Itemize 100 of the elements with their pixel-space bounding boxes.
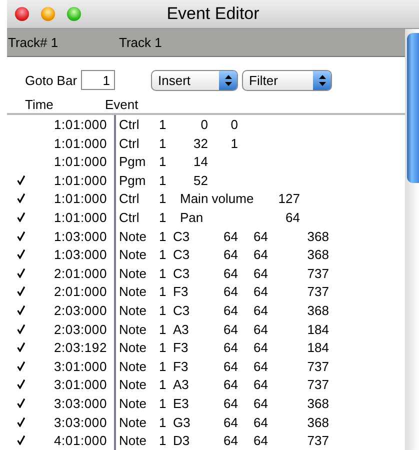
event-time: 2:01:000 — [52, 266, 107, 281]
event-time: 3:03:000 — [52, 396, 107, 412]
track-number: Track# 1 — [8, 35, 58, 50]
event-type: Ctrl — [119, 136, 140, 151]
event-channel: 1 — [159, 172, 168, 188]
up-down-arrows-icon — [224, 74, 232, 86]
event-channel: 1 — [159, 266, 168, 281]
event-time: 3:01:000 — [52, 377, 107, 392]
event-channel: 1 — [159, 136, 168, 151]
filter-menu[interactable]: Filter — [242, 70, 332, 91]
note-length: 737 — [306, 377, 329, 392]
event-time: 1:01:000 — [52, 136, 107, 151]
track-name: Track 1 — [119, 35, 162, 50]
event-type: Note — [119, 358, 148, 374]
event-time: 1:01:000 — [52, 210, 107, 226]
event-time: 3:03:000 — [52, 414, 107, 430]
note-release-velocity: 64 — [252, 358, 268, 374]
note-length: 737 — [306, 266, 329, 281]
controller-name: Pan — [180, 210, 204, 226]
controller-value: 1 — [230, 136, 238, 151]
note-pitch: D3 — [173, 433, 191, 448]
note-length: 737 — [306, 358, 329, 374]
window-title: Event Editor — [166, 4, 260, 24]
event-channel: 1 — [159, 117, 168, 132]
note-pitch: F3 — [173, 284, 190, 300]
controller-number: 0 — [200, 117, 208, 132]
event-type: Ctrl — [119, 210, 140, 226]
event-type: Ctrl — [119, 117, 140, 132]
event-channel: 1 — [159, 303, 168, 318]
note-velocity: 64 — [222, 228, 238, 244]
note-pitch: E3 — [173, 396, 190, 412]
note-velocity: 64 — [222, 358, 238, 374]
note-release-velocity: 64 — [252, 396, 268, 412]
event-type: Note — [119, 340, 148, 356]
note-velocity: 64 — [222, 433, 238, 448]
column-header: Time — [25, 96, 54, 112]
event-channel: 1 — [159, 247, 168, 262]
goto-bar-field[interactable]: 1 — [81, 70, 116, 90]
event-time: 2:01:000 — [52, 284, 107, 300]
event-type: Note — [119, 284, 148, 300]
note-velocity: 64 — [222, 247, 238, 262]
event-type: Note — [119, 228, 148, 244]
event-time: 1:03:000 — [52, 247, 107, 262]
event-time: 2:03:000 — [52, 303, 107, 318]
event-type: Pgm — [119, 172, 147, 188]
controller-value: 127 — [277, 191, 300, 206]
event-time: 1:01:000 — [52, 117, 107, 132]
note-length: 737 — [306, 284, 329, 300]
close-button[interactable] — [15, 7, 29, 22]
note-velocity: 64 — [222, 340, 238, 356]
scroll-bar[interactable] — [405, 29, 419, 450]
event-time: 4:01:000 — [52, 433, 107, 448]
note-pitch: F3 — [173, 340, 190, 356]
note-release-velocity: 64 — [252, 377, 268, 392]
event-time: 1:01:000 — [52, 191, 107, 206]
program-number: 52 — [192, 172, 208, 188]
note-pitch: F3 — [173, 358, 190, 374]
scroll-thumb[interactable] — [407, 33, 419, 184]
event-channel: 1 — [159, 228, 168, 244]
note-release-velocity: 64 — [252, 266, 268, 281]
event-time: 2:03:192 — [52, 340, 107, 356]
event-type: Note — [119, 433, 148, 448]
note-pitch: A3 — [173, 322, 190, 337]
note-velocity: 64 — [222, 414, 238, 430]
note-length: 184 — [306, 322, 329, 337]
note-pitch: C3 — [173, 247, 191, 262]
event-type: Note — [119, 377, 148, 392]
note-length: 184 — [306, 340, 329, 356]
event-channel: 1 — [159, 284, 168, 300]
event-channel: 1 — [159, 322, 168, 337]
note-release-velocity: 64 — [252, 340, 268, 356]
event-channel: 1 — [159, 396, 168, 412]
zoom-button[interactable] — [67, 7, 81, 22]
event-type: Pgm — [119, 154, 147, 170]
note-pitch: C3 — [173, 228, 191, 244]
event-type: Note — [119, 396, 148, 412]
event-channel: 1 — [159, 433, 168, 448]
note-release-velocity: 64 — [252, 303, 268, 318]
note-release-velocity: 64 — [252, 433, 268, 448]
event-time: 1:01:000 — [52, 172, 107, 188]
controller-value: 64 — [284, 210, 300, 226]
note-pitch: G3 — [173, 414, 192, 430]
note-velocity: 64 — [222, 303, 238, 318]
event-type: Note — [119, 266, 148, 281]
event-time: 2:03:000 — [52, 322, 107, 337]
event-channel: 1 — [159, 377, 168, 392]
event-time: 3:01:000 — [52, 358, 107, 374]
note-release-velocity: 64 — [252, 284, 268, 300]
event-channel: 1 — [159, 210, 168, 226]
event-channel: 1 — [159, 191, 168, 206]
event-type: Note — [119, 322, 148, 337]
note-length: 368 — [306, 396, 329, 412]
program-number: 14 — [192, 154, 208, 170]
event-time: 1:03:000 — [52, 228, 107, 244]
minimize-button[interactable] — [41, 7, 55, 22]
insert-menu[interactable]: Insert — [151, 70, 238, 91]
event-channel: 1 — [159, 414, 168, 430]
event-channel: 1 — [159, 358, 168, 374]
event-type: Note — [119, 247, 148, 262]
event-type: Ctrl — [119, 191, 140, 206]
